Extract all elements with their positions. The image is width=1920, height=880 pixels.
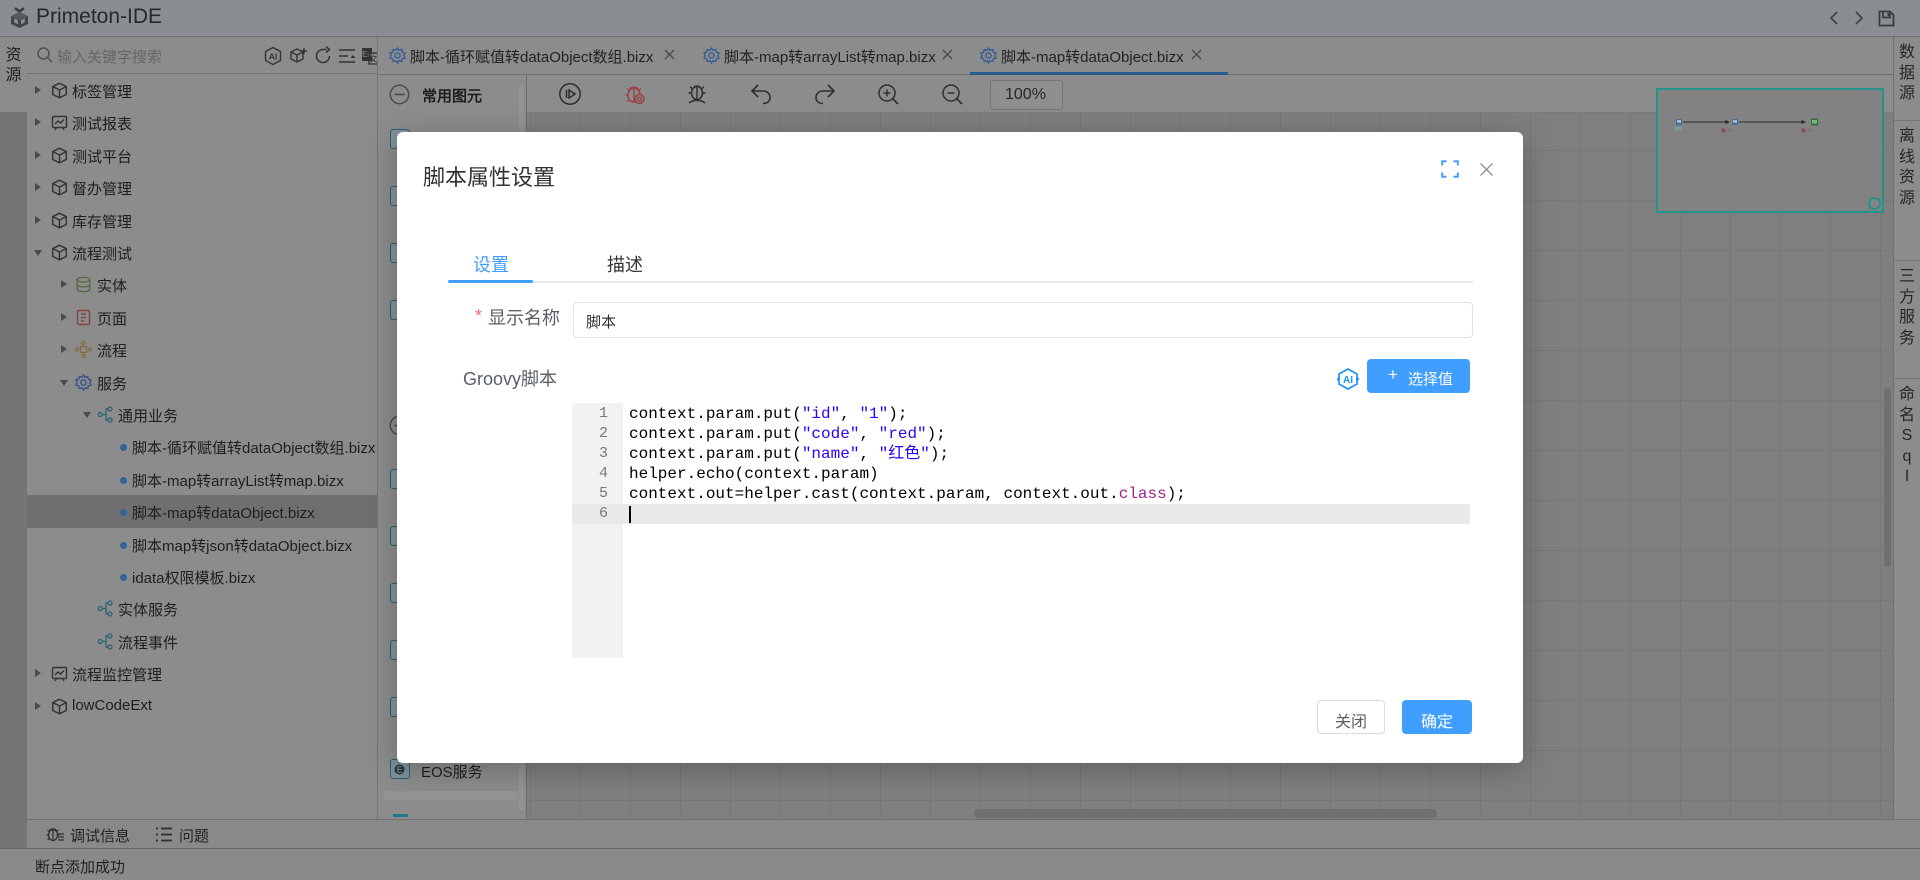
svg-text:E: E (397, 766, 402, 775)
svg-text:AI: AI (269, 52, 278, 62)
svg-text:文: 文 (370, 54, 378, 64)
svg-text:AI: AI (1343, 375, 1353, 386)
